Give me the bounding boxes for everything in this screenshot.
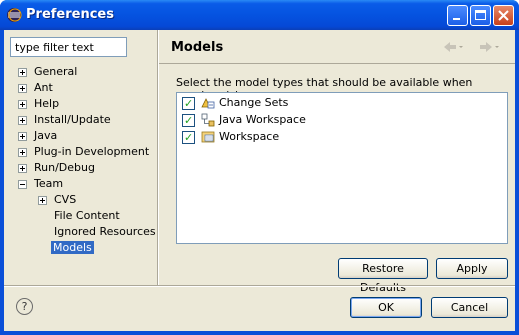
tree-item-ignored-resources[interactable]: Ignored Resources: [54, 224, 156, 240]
expand-icon[interactable]: [18, 84, 27, 93]
footer-separator-highlight: [4, 286, 515, 287]
change-sets-icon: [201, 98, 215, 109]
model-types-list[interactable]: Change Sets Java Workspace Workspace: [176, 92, 508, 244]
tree-item-label: File Content: [54, 209, 120, 222]
ok-button[interactable]: OK: [350, 297, 422, 318]
tree-item-label: Help: [34, 97, 60, 110]
expand-icon[interactable]: [18, 68, 27, 77]
panel-divider-highlight: [158, 30, 159, 285]
minimize-button[interactable]: [447, 5, 468, 26]
tree-item-label: Ignored Resources: [54, 225, 156, 238]
tree-item-label: Java: [34, 129, 58, 142]
restore-defaults-button[interactable]: Restore Defaults: [338, 258, 428, 294]
tree-item-label: Install/Update: [34, 113, 111, 126]
model-item-label: Workspace: [219, 130, 280, 143]
expand-icon[interactable]: [18, 100, 27, 109]
back-button[interactable]: [442, 40, 466, 56]
window-title: Preferences: [26, 7, 114, 22]
tree-item-file-content[interactable]: File Content: [54, 208, 120, 224]
minimize-icon: [453, 18, 460, 20]
page-title: Models: [171, 40, 224, 55]
filter-input[interactable]: [10, 37, 127, 57]
tree-item-label: Models: [51, 241, 94, 254]
tree-item-label: Run/Debug: [34, 161, 95, 174]
java-workspace-checkbox[interactable]: [182, 113, 195, 129]
forward-arrow-icon: [480, 42, 499, 52]
maximize-icon: [475, 10, 486, 20]
expand-icon[interactable]: [18, 116, 27, 125]
cancel-button[interactable]: Cancel: [431, 297, 508, 318]
maximize-button[interactable]: [470, 5, 491, 26]
forward-button[interactable]: [478, 40, 502, 56]
workspace-checkbox[interactable]: [182, 130, 195, 146]
tree-item-label: Plug-in Development: [34, 145, 150, 158]
expand-icon[interactable]: [38, 196, 47, 205]
tree-item-label: General: [34, 65, 78, 78]
title-bar[interactable]: Preferences: [0, 0, 519, 30]
back-arrow-icon: [444, 42, 463, 52]
apply-button[interactable]: Apply: [436, 258, 508, 279]
tree-item-models[interactable]: Models: [51, 240, 94, 256]
tree-item-label: CVS: [54, 193, 77, 206]
expand-icon[interactable]: [18, 148, 27, 157]
workspace-icon: [201, 131, 215, 143]
preferences-window: Preferences General Ant Help: [0, 0, 519, 335]
change-sets-checkbox[interactable]: [182, 96, 195, 112]
tree-item-label: Ant: [34, 81, 53, 94]
java-workspace-icon: [201, 113, 215, 127]
expand-icon[interactable]: [18, 164, 27, 173]
eclipse-icon: [7, 8, 22, 22]
expand-icon[interactable]: [18, 132, 27, 141]
model-item-label: Change Sets: [219, 96, 289, 109]
model-item-label: Java Workspace: [219, 113, 306, 126]
tree-item-label: Team: [34, 177, 64, 190]
collapse-icon[interactable]: [18, 180, 27, 189]
title-separator: [159, 63, 515, 64]
close-icon: [498, 10, 509, 21]
help-icon[interactable]: ?: [16, 298, 33, 315]
dialog-body: General Ant Help Install/Update Java Plu…: [4, 30, 515, 331]
close-window-button[interactable]: [493, 5, 514, 26]
